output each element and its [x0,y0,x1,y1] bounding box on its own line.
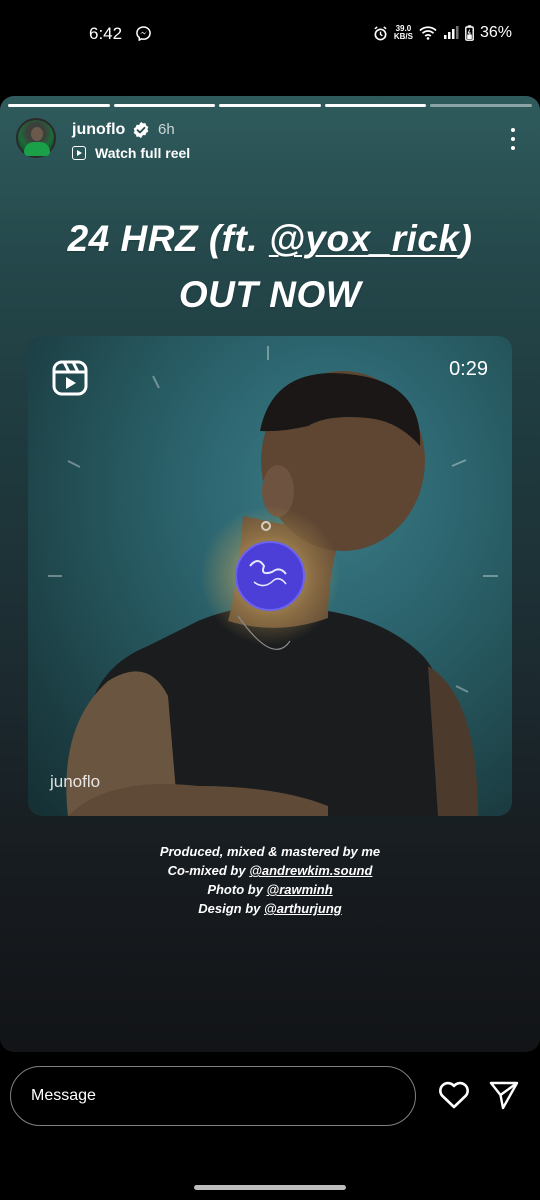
reel-thumbnail [48,346,498,816]
status-time: 6:42 [89,24,123,43]
credit-label: Co-mixed by [167,863,250,878]
alarm-icon [374,25,387,40]
headline-line1: 24 HRZ (ft. @yox_rick) [0,218,540,260]
mention-yox-rick[interactable]: @yox_rick [269,218,460,259]
credits: Produced, mixed & mastered by me Co-mixe… [0,842,540,918]
battery-icon [465,25,474,41]
message-input[interactable]: Message [10,1066,416,1126]
reel-watermark: junoflo [50,772,101,791]
status-bar: 6:42 39.0 KB/S 36% [0,0,540,60]
heart-icon[interactable] [437,1079,471,1111]
headline-text: 24 HRZ (ft. [67,218,269,259]
reel-preview-card[interactable]: 0:29 junoflo [28,336,512,816]
credit-line-2: Co-mixed by @andrewkim.sound [0,861,540,880]
message-placeholder: Message [31,1087,96,1104]
story-progress [8,104,532,107]
progress-segment [324,104,427,107]
home-indicator[interactable] [194,1185,346,1190]
reel-duration: 0:29 [449,358,488,380]
mention-andrewkim[interactable]: @andrewkim.sound [249,863,372,878]
network-speed-unit: KB/S [393,32,413,41]
credit-line-1: Produced, mixed & mastered by me [159,844,381,859]
watch-full-reel-link[interactable]: Watch full reel [95,145,190,161]
progress-segment [219,104,321,107]
more-options-icon[interactable] [510,128,516,150]
verified-badge-icon [133,121,149,139]
reels-icon [52,360,88,396]
status-icons: 39.0 KB/S 36% [373,24,512,42]
wifi-icon [419,26,437,40]
credit-label: Photo by [207,882,267,897]
username[interactable]: junoflo [72,121,125,139]
mention-arthurjung[interactable]: @arthurjung [264,901,342,916]
headline-close: ) [459,218,473,259]
credit-line-3: Photo by @rawminh [0,880,540,899]
send-icon[interactable] [488,1079,520,1111]
progress-segment [113,104,216,107]
headline-line2: OUT NOW [178,274,362,315]
messenger-icon [136,26,151,41]
reel-play-icon[interactable] [72,146,86,160]
credit-label: Design by [198,901,265,916]
battery-percentage: 36% [479,24,512,41]
avatar[interactable] [16,118,56,158]
progress-segment [8,104,110,107]
story-viewer[interactable]: junoflo 6h Watch full reel 24 HRZ (ft. @… [0,96,540,1052]
signal-icon [443,26,459,39]
progress-segment-current [430,104,532,107]
post-time: 6h [158,121,175,138]
network-speed: 39.0 KB/S [394,25,413,41]
credit-line-4: Design by @arthurjung [0,899,540,918]
mention-rawminh[interactable]: @rawminh [267,882,333,897]
avatar-body [24,142,50,156]
avatar-face [31,127,43,141]
